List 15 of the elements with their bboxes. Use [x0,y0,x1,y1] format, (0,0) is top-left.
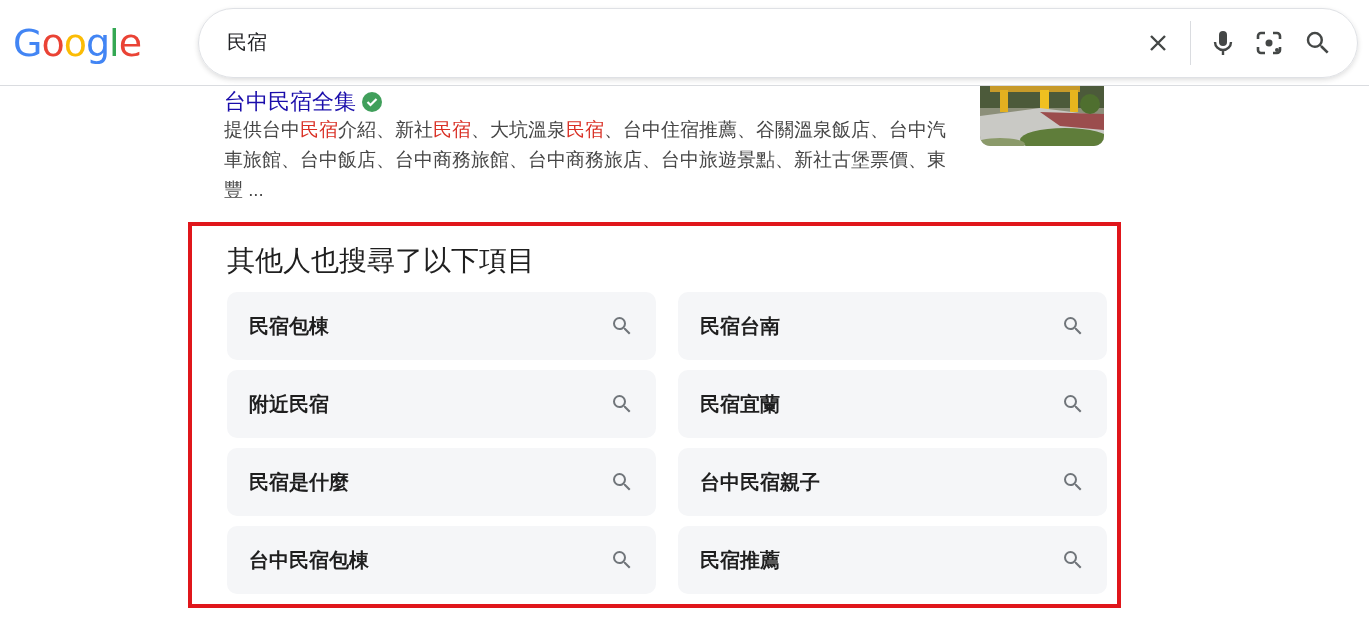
related-search-chip[interactable]: 民宿宜蘭 [678,370,1107,438]
result-snippet: 提供台中民宿介紹、新社民宿、大坑溫泉民宿、台中住宿推薦、谷關溫泉飯店、台中汽車旅館、台中飯店、台中商務旅館、台中商務旅店、台中旅遊景點、新社古堡票價、東豐 ... [224,118,946,202]
section-heading: 其他人也搜尋了以下項目 [227,244,536,278]
related-search-chip[interactable]: 民宿台南 [678,292,1107,360]
google-logo[interactable]: Google [13,20,198,65]
search-input[interactable]: 民宿 [225,30,1136,55]
related-search-chip[interactable]: 台中民宿親子 [678,448,1107,516]
result-title-link[interactable]: 台中民宿全集 [224,89,356,115]
microphone-icon[interactable] [1211,28,1235,57]
related-search-chip[interactable]: 附近民宿 [227,370,656,438]
related-search-chip[interactable]: 民宿推薦 [678,526,1107,594]
camera-icon[interactable] [1255,29,1283,56]
related-search-chip[interactable]: 民宿包棟 [227,292,656,360]
related-search-chip[interactable]: 民宿是什麼 [227,448,656,516]
related-search-chip[interactable]: 台中民宿包棟 [227,526,656,594]
